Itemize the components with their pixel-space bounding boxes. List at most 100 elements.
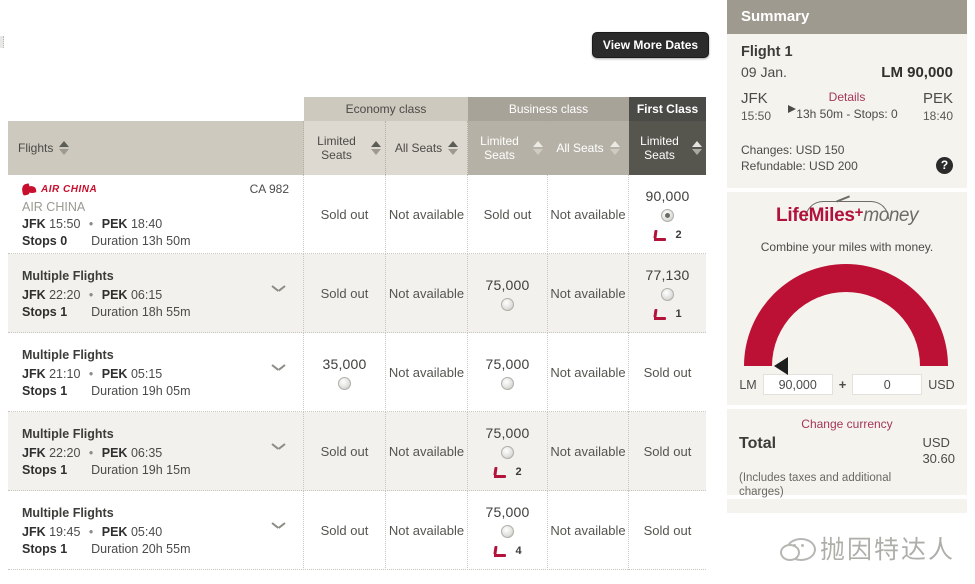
fare-cell-first-limited[interactable]: 77,130 1	[629, 254, 706, 333]
route-separator: •	[88, 287, 94, 302]
carrier-name: AIR CHINA	[22, 199, 86, 214]
table-row[interactable]: Multiple Flights JFK 19:45 • PEK 05:40 S…	[8, 491, 706, 570]
duration-label: Duration 19h 05m	[91, 383, 191, 398]
summary-sidebar: Summary Flight 1 09 Jan. LM 90,000 JFK 1…	[727, 0, 975, 584]
sort-arrows-icon[interactable]	[609, 141, 620, 155]
table-row[interactable]: Multiple Flights JFK 22:20 • PEK 06:15 S…	[8, 254, 706, 333]
lifemiles-money-tagline: Combine your miles with money.	[760, 240, 934, 254]
total-label: Total	[739, 435, 777, 452]
fare-radio-button[interactable]	[661, 288, 674, 301]
duration-label: Duration 18h 55m	[91, 304, 191, 319]
fare-cell-business-limited[interactable]: 75,000	[468, 254, 548, 333]
column-header-flights[interactable]: Flights	[8, 121, 304, 175]
seat-icon	[493, 546, 507, 557]
page-edge-artifact	[0, 36, 4, 48]
fare-radio-button[interactable]	[501, 446, 514, 459]
seat-count: 2	[515, 466, 522, 478]
seats-remaining: 2	[493, 466, 522, 478]
chevron-down-icon[interactable]	[272, 364, 285, 372]
miles-input[interactable]: 90,000	[762, 374, 833, 395]
route-separator: •	[88, 524, 94, 539]
column-header-business-all[interactable]: All Seats	[548, 121, 629, 175]
results-toolbar: View More Dates	[0, 0, 722, 97]
fare-cell-economy-all: Not available	[386, 412, 468, 491]
origin-code: JFK	[22, 524, 46, 539]
column-header-row: Flights Limited Seats All Seats Limited …	[8, 121, 706, 175]
fare-status: Sold out	[643, 364, 692, 380]
details-link[interactable]: Details	[787, 90, 907, 104]
table-row[interactable]: AIR CHINA CA 982 AIR CHINA JFK 15:50 • P…	[8, 175, 706, 254]
column-header-economy-all[interactable]: All Seats	[386, 121, 468, 175]
flight-info-cell: Multiple Flights JFK 22:20 • PEK 06:35 S…	[8, 412, 304, 491]
fare-radio-button[interactable]	[338, 376, 351, 390]
fare-price: 75,000	[485, 425, 530, 441]
fare-radio-button[interactable]	[501, 297, 514, 311]
sort-arrows-icon[interactable]	[692, 141, 702, 155]
fare-radio-button[interactable]	[501, 376, 514, 390]
route-separator: •	[88, 445, 94, 460]
class-group-economy: Economy class	[304, 97, 468, 121]
flight-route: JFK 19:45 • PEK 05:40	[22, 525, 162, 539]
table-row[interactable]: Multiple Flights JFK 22:20 • PEK 06:35 S…	[8, 412, 706, 491]
fare-status: Not available	[388, 522, 465, 538]
seats-remaining: 1	[653, 308, 682, 320]
summary-flight-panel: Flight 1 09 Jan. LM 90,000 JFK 15:50 Det…	[727, 34, 967, 188]
fare-status: Not available	[550, 443, 626, 459]
flight-results-area: View More Dates Economy class Business c…	[0, 0, 722, 584]
sort-arrows-icon[interactable]	[448, 141, 459, 155]
flight-number: CA 982	[249, 181, 289, 196]
summary-arrive-time: 18:40	[922, 109, 953, 123]
fare-status: Not available	[550, 364, 626, 380]
fare-cell-economy-limited[interactable]: 35,000	[304, 333, 386, 412]
flight-meta: Stops 1 Duration 20h 55m	[22, 542, 191, 556]
miles-money-slider-gauge[interactable]	[738, 264, 956, 375]
sort-arrows-icon[interactable]	[59, 141, 70, 155]
chevron-down-icon[interactable]	[272, 285, 285, 293]
column-header-business-limited[interactable]: Limited Seats	[468, 121, 548, 175]
flight-meta: Stops 0 Duration 13h 50m	[22, 234, 191, 248]
fare-cell-business-limited[interactable]: 75,000 2	[468, 412, 548, 491]
gauge-marker-handle[interactable]	[774, 357, 788, 375]
total-amount: USD 30.60	[922, 435, 955, 467]
column-header-economy-limited[interactable]: Limited Seats	[304, 121, 386, 175]
fare-radio-button[interactable]	[661, 209, 674, 222]
flight-title: Multiple Flights	[22, 347, 114, 362]
seat-count: 2	[675, 229, 682, 241]
table-row[interactable]: Multiple Flights JFK 21:10 • PEK 05:15 S…	[8, 333, 706, 412]
cash-input[interactable]: 0	[852, 374, 923, 395]
help-icon[interactable]: ?	[936, 157, 953, 174]
route-separator: •	[88, 366, 94, 381]
destination-code: PEK	[101, 445, 128, 460]
change-currency-link[interactable]: Change currency	[739, 417, 955, 431]
fare-radio-button[interactable]	[501, 525, 514, 538]
chevron-down-icon[interactable]	[272, 522, 285, 530]
summary-origin: JFK 15:50	[741, 90, 771, 125]
column-header-business-limited-label: Limited Seats	[480, 134, 519, 162]
total-value: 30.60	[922, 451, 955, 466]
sort-arrows-icon[interactable]	[533, 141, 543, 155]
flight-meta: Stops 1 Duration 18h 55m	[22, 305, 191, 319]
fare-status: Sold out	[320, 522, 369, 538]
fare-cell-economy-limited: Sold out	[304, 412, 386, 491]
view-more-dates-button[interactable]: View More Dates	[592, 32, 709, 58]
fare-status: Sold out	[483, 206, 532, 222]
flight-results-table: Economy class Business class First Class…	[8, 97, 706, 584]
column-header-first-limited[interactable]: Limited Seats	[629, 121, 706, 175]
summary-header: Summary	[727, 0, 967, 34]
chevron-down-icon[interactable]	[272, 443, 285, 451]
fare-cell-business-limited[interactable]: 75,000	[468, 333, 548, 412]
summary-date-row: 09 Jan. LM 90,000	[741, 64, 953, 81]
air-china-logo-text: AIR CHINA	[41, 184, 98, 195]
lifemiles-logo-text: LifeMiles	[776, 205, 855, 226]
fare-cell-first-limited[interactable]: 90,000 2	[629, 175, 706, 254]
seat-count: 1	[675, 308, 682, 320]
fare-cell-business-limited: Sold out	[468, 175, 548, 254]
sort-arrows-icon[interactable]	[371, 141, 381, 155]
column-header-first-limited-label: Limited Seats	[640, 134, 679, 162]
flight-title: Multiple Flights	[22, 426, 114, 441]
fare-cell-economy-limited: Sold out	[304, 175, 386, 254]
duration-label: Duration 19h 15m	[91, 462, 191, 477]
fare-status: Not available	[388, 206, 465, 222]
fare-cell-business-limited[interactable]: 75,000 4	[468, 491, 548, 570]
origin-code: JFK	[22, 216, 46, 231]
